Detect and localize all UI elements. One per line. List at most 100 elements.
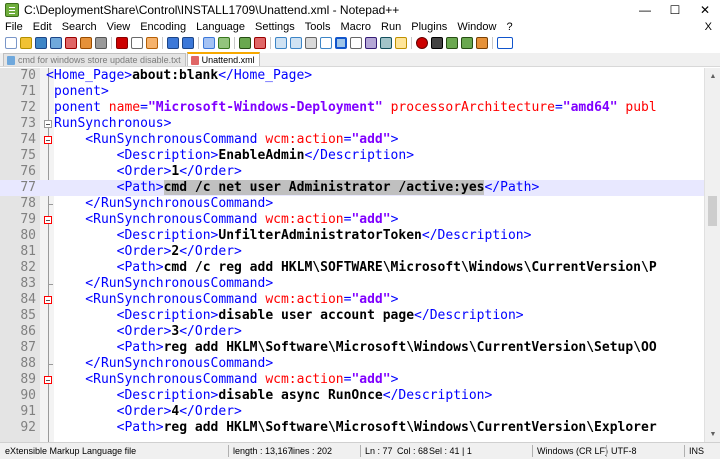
fold-toggle-icon[interactable] (44, 296, 52, 304)
code-line[interactable]: 89 <RunSynchronousCommand wcm:action="ad… (0, 372, 704, 388)
close-file-icon[interactable] (65, 37, 77, 49)
code-line[interactable]: 71 ponent> (0, 84, 704, 100)
run-macro-multiple-icon[interactable] (461, 37, 473, 49)
save-all-icon[interactable] (50, 37, 62, 49)
menu-language[interactable]: Language (191, 20, 250, 34)
code-token: reg add HKLM\Software\Microsoft\Windows\… (163, 420, 657, 435)
text-editor[interactable]: 70 <Home_Page>about:blank</Home_Page> 71 po… (0, 68, 720, 442)
new-file-icon[interactable] (5, 37, 17, 49)
code-line[interactable]: 86 <Order>3</Order> (0, 324, 704, 340)
code-line[interactable]: 76 <Order>1</Order> (0, 164, 704, 180)
line-number: 91 (20, 404, 36, 419)
tab-unattend-xml[interactable]: Unattend.xml (186, 52, 260, 66)
code-token: RunSynchronous> (54, 116, 172, 131)
menu-tools[interactable]: Tools (300, 20, 336, 34)
indent-guide-icon[interactable] (335, 37, 347, 49)
menu-edit[interactable]: Edit (28, 20, 57, 34)
close-button[interactable]: ✕ (690, 0, 720, 20)
tab-cmd-for-windows-store[interactable]: cmd for windows store update disable.txt (3, 53, 186, 66)
code-line[interactable]: 83 </RunSynchronousCommand> (0, 276, 704, 292)
playback-macro-icon[interactable] (446, 37, 458, 49)
code-token: cmd /c reg add HKLM\SOFTWARE\Microsoft\W… (163, 260, 657, 275)
code-line[interactable]: 87 <Path>reg add HKLM\Software\Microsoft… (0, 340, 704, 356)
menu-macro[interactable]: Macro (335, 20, 376, 34)
status-divider (360, 445, 361, 457)
code-line[interactable]: 85 <Description>disable user account pag… (0, 308, 704, 324)
code-token: > (390, 132, 399, 147)
menu-settings[interactable]: Settings (250, 20, 300, 34)
code-line[interactable]: 91 <Order>4</Order> (0, 404, 704, 420)
udl-icon[interactable] (350, 37, 362, 49)
code-line[interactable]: 78 </RunSynchronousCommand> (0, 196, 704, 212)
menu-search[interactable]: Search (57, 20, 102, 34)
open-file-icon[interactable] (20, 37, 32, 49)
find-icon[interactable] (203, 37, 215, 49)
menu-help[interactable]: ? (501, 20, 517, 34)
folder-workspace-icon[interactable] (395, 37, 407, 49)
copy-icon[interactable] (131, 37, 143, 49)
toolbar-separator (492, 37, 493, 49)
code-line[interactable]: 75 <Description>EnableAdmin</Description… (0, 148, 704, 164)
menu-run[interactable]: Run (376, 20, 406, 34)
undo-icon[interactable] (167, 37, 179, 49)
code-line[interactable]: 72 ponent name="Microsoft-Windows-Deploym… (0, 100, 704, 116)
code-token: <Order> (54, 324, 172, 339)
show-all-chars-icon[interactable] (320, 37, 332, 49)
stop-recording-icon[interactable] (431, 37, 443, 49)
sync-vertical-icon[interactable] (275, 37, 287, 49)
code-token: <Path> (54, 420, 164, 435)
fold-toggle-icon[interactable] (44, 136, 52, 144)
code-token: <Path> (54, 260, 164, 275)
code-line[interactable]: 92 <Path>reg add HKLM\Software\Microsoft… (0, 420, 704, 436)
function-list-icon[interactable] (380, 37, 392, 49)
code-line[interactable]: 73 RunSynchronous> (0, 116, 704, 132)
maximize-button[interactable]: ☐ (660, 0, 690, 20)
replace-icon[interactable] (218, 37, 230, 49)
fold-toggle-icon[interactable] (44, 376, 52, 384)
vertical-scrollbar[interactable]: ▲ ▼ (704, 68, 720, 442)
code-token: </Description> (421, 228, 532, 243)
minimize-button[interactable]: — (630, 0, 660, 20)
code-token: <Home_Page> (46, 68, 133, 83)
code-line[interactable]: 90 <Description>disable async RunOnce</D… (0, 388, 704, 404)
code-line[interactable]: 84 <RunSynchronousCommand wcm:action="ad… (0, 292, 704, 308)
word-wrap-icon[interactable] (305, 37, 317, 49)
code-line[interactable]: 81 <Order>2</Order> (0, 244, 704, 260)
scroll-up-icon[interactable]: ▲ (705, 68, 720, 84)
menu-plugins[interactable]: Plugins (406, 20, 452, 34)
code-line[interactable]: 82 <Path>cmd /c reg add HKLM\SOFTWARE\Mi… (0, 260, 704, 276)
scroll-down-icon[interactable]: ▼ (705, 426, 720, 442)
close-all-icon[interactable] (80, 37, 92, 49)
code-token: processorArchitecture (390, 100, 555, 115)
zoom-in-icon[interactable] (239, 37, 251, 49)
menu-encoding[interactable]: Encoding (135, 20, 191, 34)
fold-toggle-icon[interactable] (44, 120, 52, 128)
paste-icon[interactable] (146, 37, 158, 49)
sync-horizontal-icon[interactable] (290, 37, 302, 49)
scrollbar-thumb[interactable] (708, 196, 717, 226)
code-text: <Description>disable user account page</… (54, 308, 524, 324)
code-line[interactable]: 70 <Home_Page>about:blank</Home_Page> (0, 68, 704, 84)
document-map-icon[interactable] (365, 37, 377, 49)
save-icon[interactable] (35, 37, 47, 49)
menu-file[interactable]: File (0, 20, 28, 34)
code-line[interactable]: 80 <Description>UnfilterAdministratorTok… (0, 228, 704, 244)
code-text: ponent> (54, 84, 109, 100)
close-document-button[interactable]: X (697, 21, 720, 33)
cut-icon[interactable] (116, 37, 128, 49)
code-token: </Order> (179, 324, 242, 339)
save-macro-icon[interactable] (476, 37, 488, 49)
code-line[interactable]: 79 <RunSynchronousCommand wcm:action="ad… (0, 212, 704, 228)
menu-window[interactable]: Window (452, 20, 501, 34)
menu-view[interactable]: View (102, 20, 136, 34)
redo-icon[interactable] (182, 37, 194, 49)
code-line[interactable]: 88 </RunSynchronousCommand> (0, 356, 704, 372)
record-macro-icon[interactable] (416, 37, 428, 49)
zoom-out-icon[interactable] (254, 37, 266, 49)
fold-toggle-icon[interactable] (44, 216, 52, 224)
print-icon[interactable] (95, 37, 107, 49)
title-bar[interactable]: C:\DeploymentShare\Control\INSTALL1709\U… (0, 0, 720, 20)
spell-check-icon[interactable] (497, 37, 513, 49)
code-line[interactable]: 74 <RunSynchronousCommand wcm:action="ad… (0, 132, 704, 148)
code-line[interactable]: 77 <Path>cmd /c net user Administrator /… (0, 180, 704, 196)
